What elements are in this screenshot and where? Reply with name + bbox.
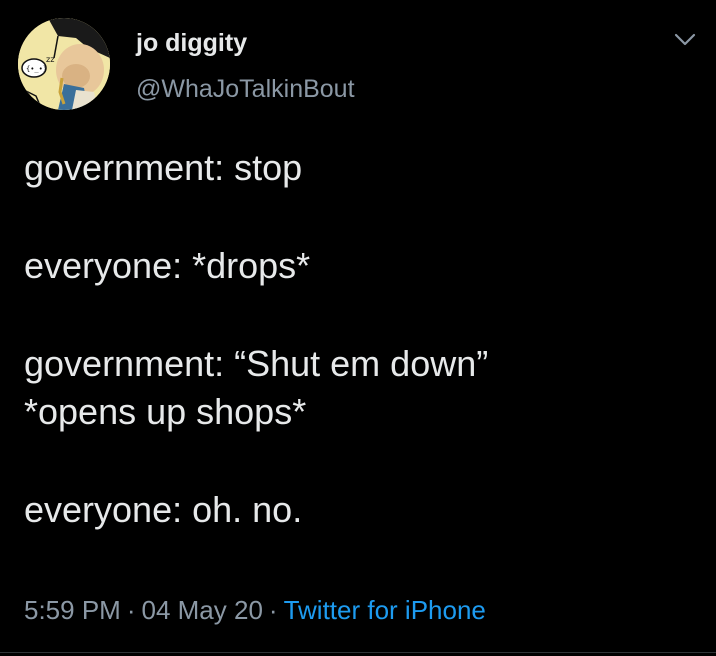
tweet-line: everyone: oh. no. [24, 489, 303, 530]
tweet-line: everyone: *drops* [24, 245, 311, 286]
user-handle[interactable]: @WhaJoTalkinBout [136, 74, 355, 104]
cartoon-avatar-icon: {•_•} zz [18, 18, 110, 110]
display-name[interactable]: jo diggity [136, 28, 247, 58]
svg-text:{•_•}: {•_•} [26, 65, 47, 73]
avatar[interactable]: {•_•} zz [18, 18, 110, 110]
divider [0, 652, 716, 653]
separator: · [126, 595, 136, 625]
separator: · [268, 595, 278, 625]
tweet-text: government: stop everyone: *drops* gover… [24, 144, 694, 534]
tweet-time[interactable]: 5:59 PM [24, 595, 121, 625]
tweet: {•_•} zz jo diggity @WhaJoTalkinBout gov… [0, 0, 716, 656]
tweet-meta: 5:59 PM · 04 May 20 · Twitter for iPhone [24, 594, 486, 626]
svg-text:zz: zz [46, 55, 54, 64]
chevron-down-icon[interactable] [672, 30, 698, 50]
tweet-date[interactable]: 04 May 20 [142, 595, 263, 625]
tweet-line: government: “Shut em down” [24, 343, 489, 384]
tweet-line: government: stop [24, 147, 303, 188]
tweet-line: *opens up shops* [24, 391, 307, 432]
tweet-source-link[interactable]: Twitter for iPhone [284, 595, 486, 625]
